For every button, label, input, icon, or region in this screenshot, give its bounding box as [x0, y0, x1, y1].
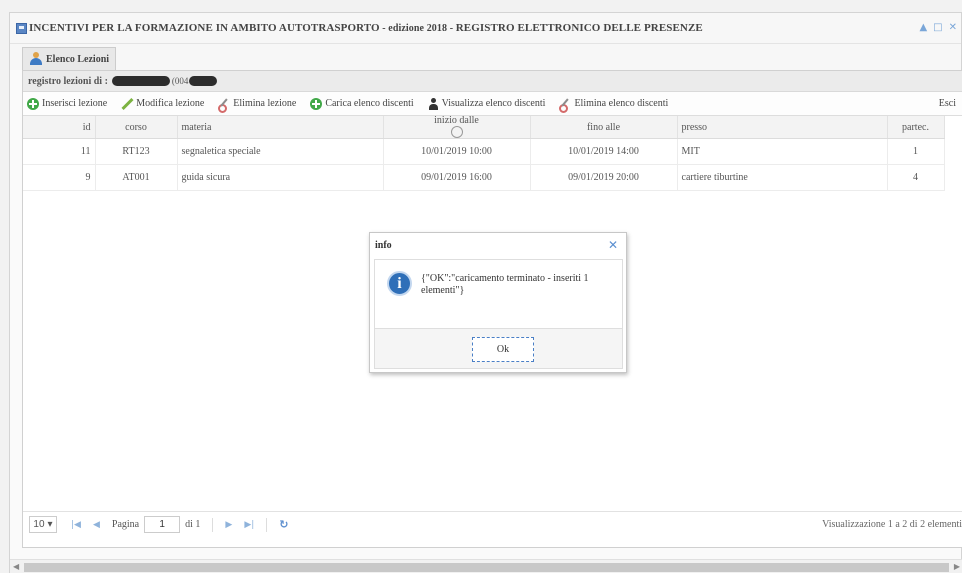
- person-icon: [428, 97, 439, 110]
- visualizza-elenco-label: Visualizza elenco discenti: [441, 98, 546, 109]
- close-icon[interactable]: ✕: [608, 238, 618, 252]
- page-size-value: 10: [33, 519, 45, 530]
- column-header-partec[interactable]: partec.: [887, 116, 945, 139]
- redacted-code: [189, 76, 218, 86]
- modifica-lezione-button[interactable]: Modifica lezione: [121, 98, 204, 110]
- table-header-row: id corso materia inizio dalle fino alle …: [23, 115, 945, 139]
- scroll-left-icon[interactable]: ◀: [13, 562, 19, 571]
- info-icon: i: [387, 271, 412, 296]
- modifica-lezione-label: Modifica lezione: [136, 98, 205, 109]
- page-number-input[interactable]: 1: [144, 516, 181, 533]
- tab-elenco-lezioni[interactable]: Elenco Lezioni: [22, 47, 117, 70]
- close-icon[interactable]: ✕: [949, 22, 957, 33]
- cell-fine: 10/01/2019 14:00: [530, 138, 678, 165]
- carica-elenco-discenti-button[interactable]: Carica elenco discenti: [310, 97, 414, 110]
- window-title-tail: REGISTRO ELETTRONICO DELLE PRESENZE: [455, 22, 703, 34]
- cell-corso: AT001: [95, 164, 178, 191]
- column-header-inizio[interactable]: inizio dalle: [383, 115, 531, 139]
- table-row[interactable]: 9 AT001 guida sicura 09/01/2019 16:00 09…: [23, 164, 945, 191]
- add-icon: [27, 97, 39, 110]
- registro-label: registro lezioni di :: [28, 75, 108, 87]
- user-icon: [29, 52, 43, 66]
- sort-indicator-icon: [450, 126, 463, 138]
- column-header-id[interactable]: id: [23, 116, 96, 139]
- column-header-materia[interactable]: materia: [177, 116, 384, 139]
- ok-button[interactable]: Ok: [472, 337, 534, 362]
- table-row[interactable]: 11 RT123 segnaletica speciale 10/01/2019…: [23, 138, 945, 165]
- window-titlebar: INCENTIVI PER LA FORMAZIONE IN AMBITO AU…: [10, 13, 961, 44]
- column-header-inizio-label: inizio dalle: [434, 115, 479, 126]
- cell-id: 11: [23, 138, 96, 165]
- cell-materia: segnaletica speciale: [177, 138, 384, 165]
- cell-partec: 1: [887, 138, 945, 165]
- column-header-fine[interactable]: fino alle: [530, 116, 678, 139]
- next-page-icon[interactable]: ▶: [225, 520, 232, 530]
- window-app-icon: [16, 22, 27, 34]
- elimina-lezione-button[interactable]: Elimina lezione: [218, 98, 297, 113]
- first-page-icon[interactable]: |◀: [71, 520, 81, 530]
- refresh-icon[interactable]: ↻: [279, 518, 288, 531]
- last-page-icon[interactable]: ▶|: [244, 520, 254, 530]
- chevron-down-icon: ▾: [47, 519, 53, 530]
- cell-partec: 4: [887, 164, 945, 191]
- dialog-footer: Ok: [374, 329, 623, 369]
- toolbar: Inserisci lezione Modifica lezione Elimi…: [23, 92, 962, 116]
- prev-page-icon[interactable]: ◀: [93, 520, 100, 530]
- dialog-title: info: [375, 240, 392, 251]
- elimina-lezione-label: Elimina lezione: [233, 98, 297, 109]
- registro-code: (004: [171, 76, 189, 86]
- scissors-icon: [218, 98, 230, 113]
- elimina-elenco-discenti-button[interactable]: Elimina elenco discenti: [559, 98, 669, 113]
- page-label: Pagina: [111, 519, 140, 530]
- lessons-table: id corso materia inizio dalle fino alle …: [23, 116, 945, 191]
- inserisci-lezione-label: Inserisci lezione: [42, 98, 108, 109]
- visualizza-elenco-discenti-button[interactable]: Visualizza elenco discenti: [428, 97, 546, 110]
- cell-inizio: 10/01/2019 10:00: [383, 138, 531, 165]
- add-icon: [310, 97, 323, 110]
- info-dialog: info ✕ i {"OK":"caricamento terminato - …: [369, 232, 627, 373]
- pencil-icon: [121, 98, 133, 110]
- window-controls: ▲ □ ✕: [919, 22, 957, 33]
- cell-fine: 09/01/2019 20:00: [530, 164, 678, 191]
- scissors-icon: [559, 98, 571, 113]
- pager-divider: [212, 517, 214, 532]
- collapse-icon[interactable]: ▲: [919, 22, 927, 33]
- pager: 10 ▾ |◀ ◀ Pagina 1 di 1 ▶ ▶| ↻ Visualizz…: [23, 511, 962, 537]
- cell-presso: cartiere tiburtine: [677, 164, 888, 191]
- dialog-message: {"OK":"caricamento terminato - inseriti …: [421, 273, 589, 296]
- scrollbar-thumb[interactable]: [24, 563, 949, 572]
- registro-header: registro lezioni di : (004: [23, 71, 962, 92]
- page-total: di 1: [185, 519, 201, 530]
- window-title-edition: - edizione 2018 -: [379, 23, 456, 34]
- redacted-name: [111, 76, 170, 86]
- window-title: INCENTIVI PER LA FORMAZIONE IN AMBITO AU…: [29, 22, 703, 34]
- column-header-presso[interactable]: presso: [677, 116, 888, 139]
- carica-elenco-label: Carica elenco discenti: [325, 98, 414, 109]
- maximize-icon[interactable]: □: [933, 22, 942, 33]
- cell-inizio: 09/01/2019 16:00: [383, 164, 531, 191]
- cell-corso: RT123: [95, 138, 178, 165]
- dialog-body: i {"OK":"caricamento terminato - inserit…: [374, 259, 623, 329]
- cell-id: 9: [23, 164, 96, 191]
- esci-button[interactable]: Esci: [939, 98, 956, 109]
- window-title-main: INCENTIVI PER LA FORMAZIONE IN AMBITO AU…: [29, 22, 380, 34]
- pager-info: Visualizzazione 1 a 2 di 2 elementi: [822, 519, 962, 530]
- page-size-select[interactable]: 10 ▾: [29, 516, 57, 533]
- screen-background: INCENTIVI PER LA FORMAZIONE IN AMBITO AU…: [0, 0, 962, 573]
- pager-divider: [266, 517, 268, 532]
- tab-bar: Elenco Lezioni: [10, 44, 961, 70]
- tab-label: Elenco Lezioni: [46, 53, 110, 65]
- cell-presso: MIT: [677, 138, 888, 165]
- inserisci-lezione-button[interactable]: Inserisci lezione: [27, 97, 108, 110]
- elimina-elenco-label: Elimina elenco discenti: [574, 98, 669, 109]
- column-header-corso[interactable]: corso: [95, 116, 178, 139]
- horizontal-scrollbar[interactable]: ◀ ▶: [10, 559, 962, 573]
- cell-materia: guida sicura: [177, 164, 384, 191]
- scroll-right-icon[interactable]: ▶: [954, 562, 960, 571]
